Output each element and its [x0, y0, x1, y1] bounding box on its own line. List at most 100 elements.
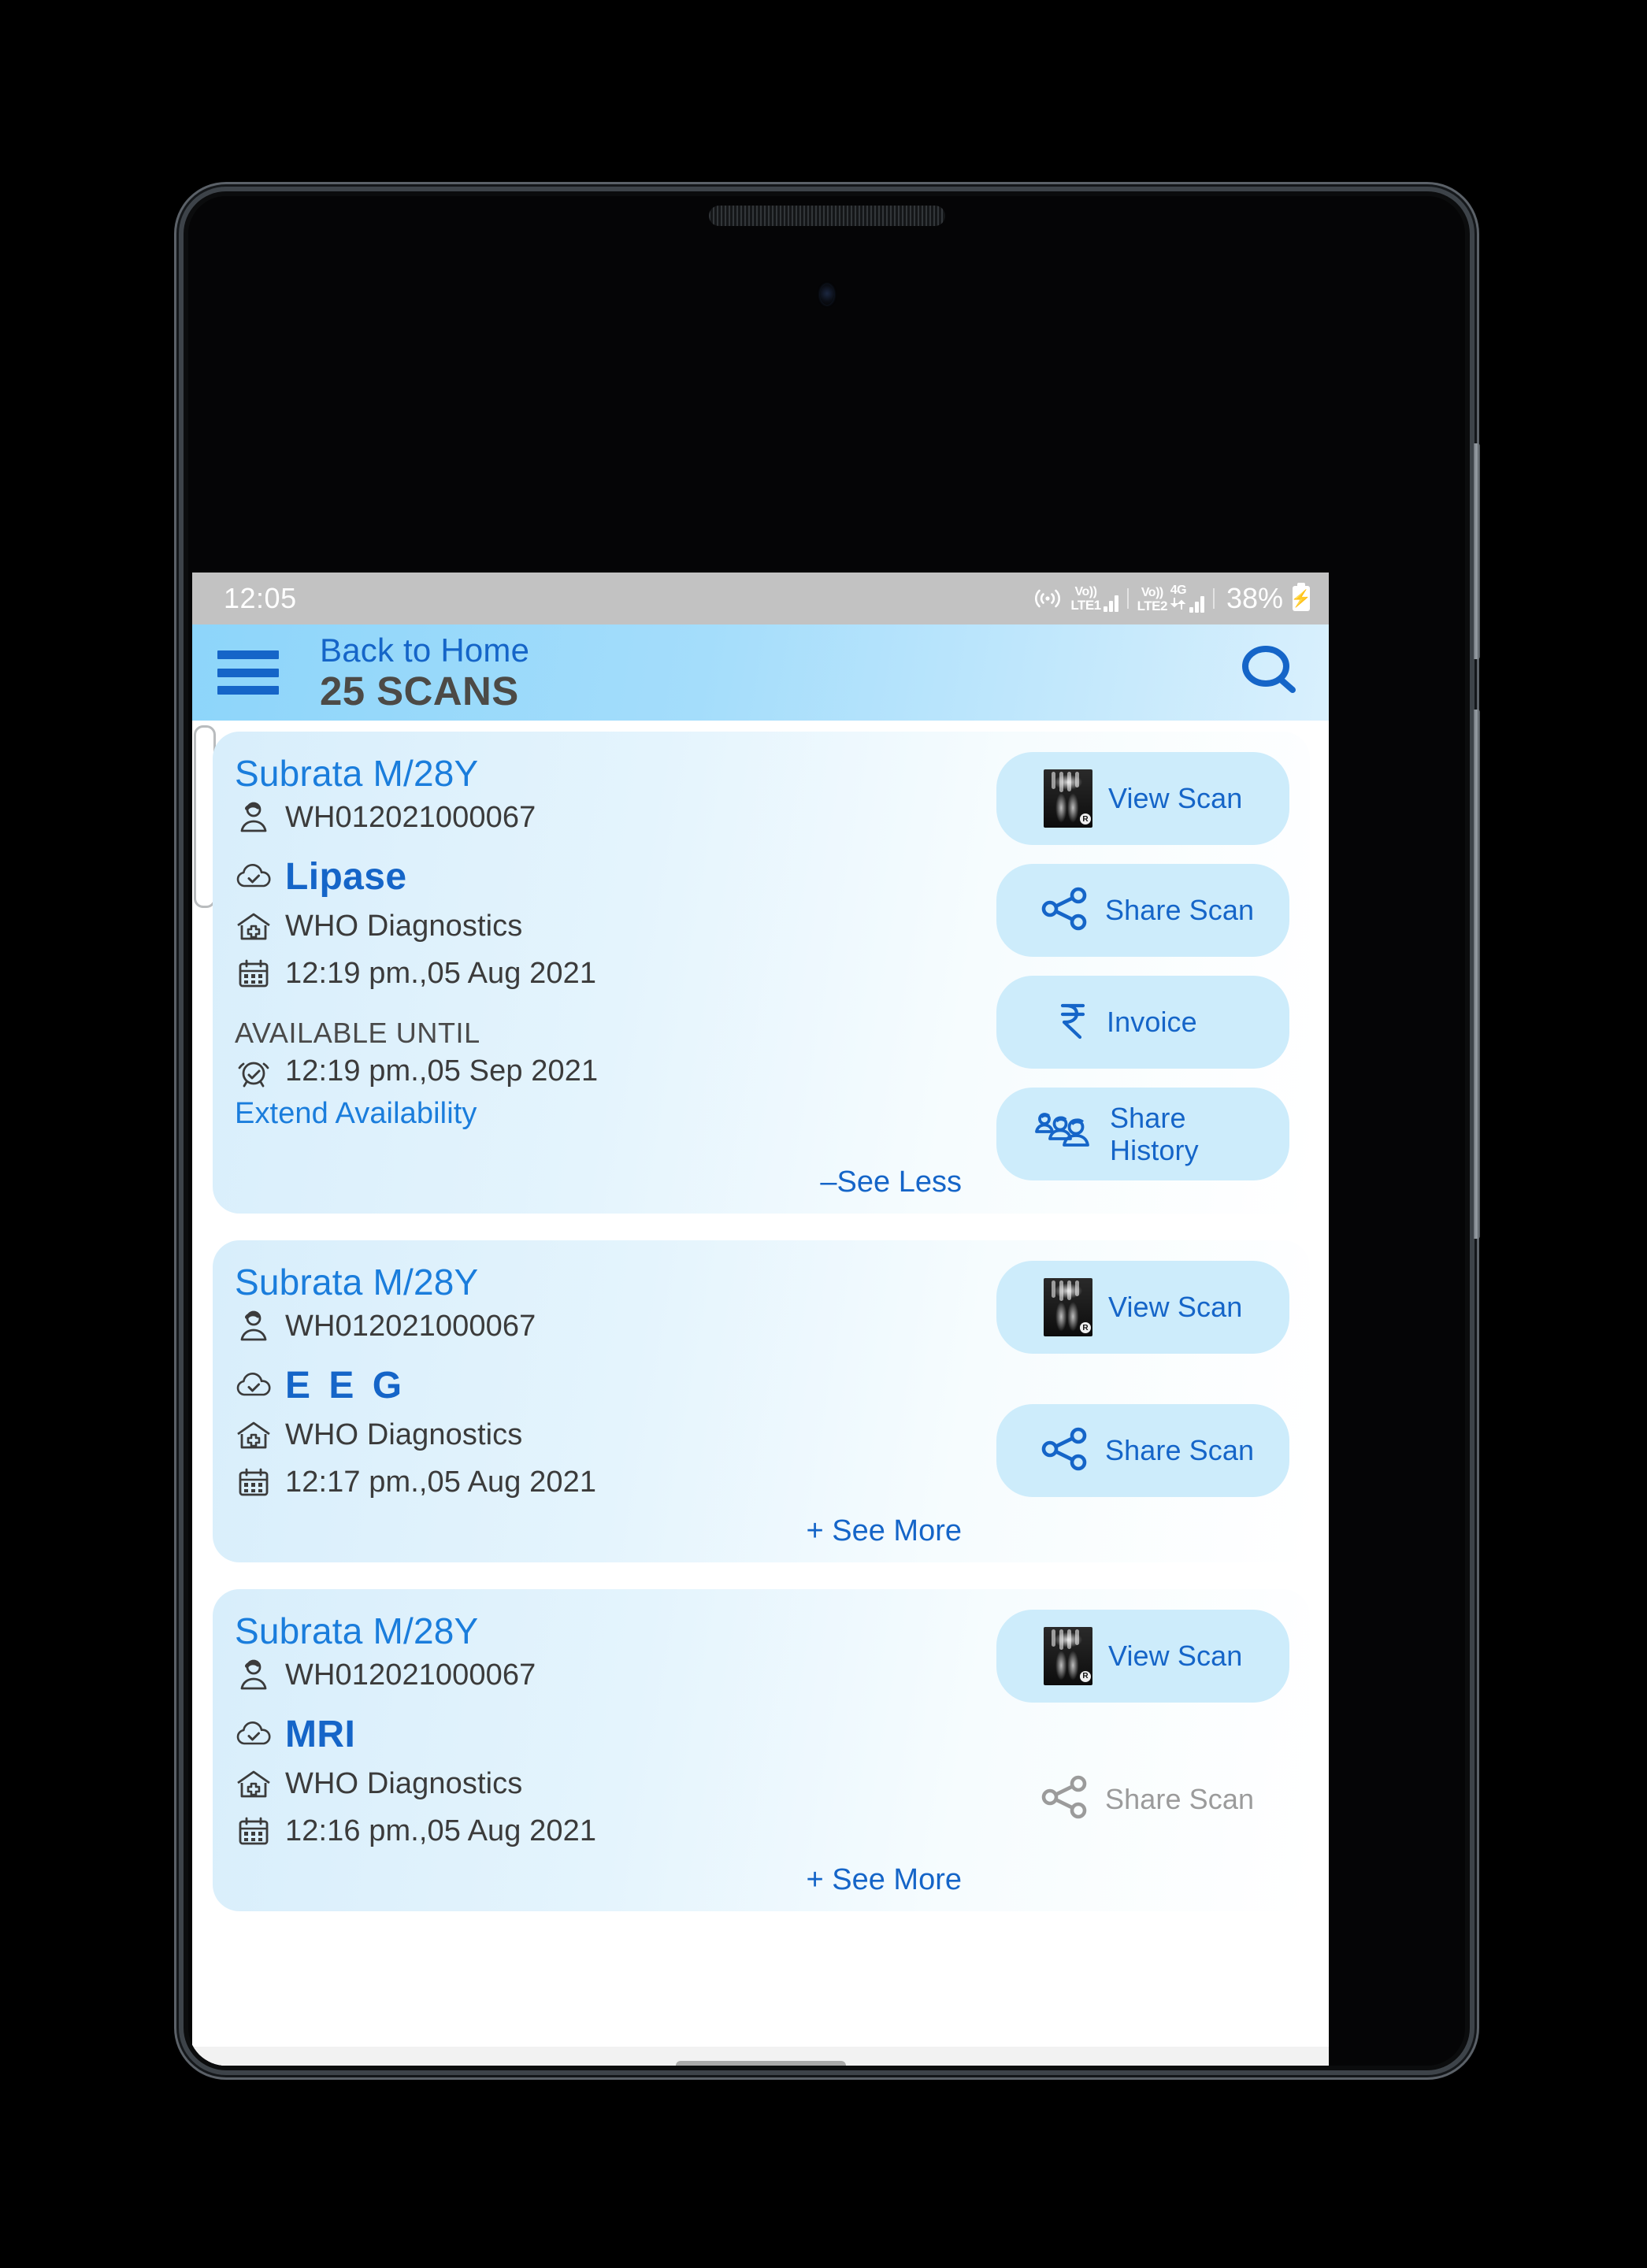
search-icon[interactable]: [1233, 636, 1305, 709]
scan-card[interactable]: Subrata M/28Y W: [213, 732, 1310, 1214]
action-spacer: [996, 1721, 1289, 1753]
scan-name-row: E E G: [235, 1363, 996, 1409]
back-to-home-link[interactable]: Back to Home: [320, 632, 1233, 669]
sim1-volte: Vo)) LTE1: [1070, 584, 1101, 612]
sim1-volte-glyph: Vo)): [1074, 584, 1097, 598]
app-screen: 12:05 Vo)) LTE1 Vo)) LTE2 4G 38% ⚡ Back …: [192, 573, 1329, 2066]
cloud-check-icon: [235, 1716, 273, 1754]
patient-id-row: WH012021000067: [235, 1657, 996, 1695]
card-footer: –See Less: [235, 1153, 996, 1199]
scan-card-details: Subrata M/28Y W: [235, 1261, 996, 1548]
network-type-label: 4G: [1170, 584, 1187, 597]
card-footer: + See More: [235, 1502, 996, 1548]
screenshot-stage: 12:05 Vo)) LTE1 Vo)) LTE2 4G 38% ⚡ Back …: [0, 0, 1647, 2268]
scan-card[interactable]: Subrata M/28Y W: [213, 1240, 1310, 1562]
scan-type: Lipase: [285, 856, 407, 899]
sim1-status: Vo)) LTE1: [1070, 584, 1118, 612]
scan-card-actions: View Scan: [996, 1609, 1289, 1897]
share-scan-label: Share Scan: [1105, 1434, 1255, 1467]
share-scan-label: Share Scan: [1105, 894, 1255, 927]
view-scan-label: View Scan: [1108, 1640, 1243, 1673]
lab-name: WHO Diagnostics: [285, 1418, 523, 1452]
view-scan-button[interactable]: View Scan: [996, 1261, 1289, 1354]
person-icon: [235, 1657, 273, 1695]
status-bar-icons: Vo)) LTE1 Vo)) LTE2 4G 38% ⚡: [1032, 582, 1311, 615]
share-scan-button[interactable]: Share Scan: [996, 864, 1289, 957]
scan-type: MRI: [285, 1714, 356, 1756]
hospital-icon: [235, 1417, 273, 1455]
status-divider: [1126, 588, 1129, 609]
view-scan-button[interactable]: View Scan: [996, 752, 1289, 845]
app-bar: Back to Home 25 SCANS: [192, 624, 1329, 721]
power-button[interactable]: [1474, 710, 1480, 1239]
patient-id: WH012021000067: [285, 801, 536, 835]
lab-name: WHO Diagnostics: [285, 1766, 523, 1800]
front-camera: [819, 284, 834, 305]
scan-date-row: 12:19 pm.,05 Aug 2021: [235, 955, 996, 993]
scan-datetime: 12:17 pm.,05 Aug 2021: [285, 1466, 597, 1499]
hotspot-icon: [1032, 584, 1063, 614]
data-transfer-arrows-icon: [1170, 597, 1187, 613]
available-until-label: AVAILABLE UNTIL: [235, 1016, 480, 1049]
status-divider-2: [1212, 588, 1215, 609]
network-type-indicator: 4G: [1170, 584, 1187, 613]
extend-availability-link[interactable]: Extend Availability: [235, 1097, 996, 1131]
volume-button[interactable]: [1474, 443, 1480, 659]
see-more-toggle[interactable]: + See More: [807, 1863, 997, 1897]
available-until-datetime: 12:19 pm.,05 Sep 2021: [285, 1054, 599, 1088]
share-scan-button[interactable]: Share Scan: [996, 1404, 1289, 1497]
lab-name: WHO Diagnostics: [285, 910, 523, 943]
patient-id-row: WH012021000067: [235, 799, 996, 837]
rupee-icon: [1055, 999, 1091, 1047]
patient-id: WH012021000067: [285, 1658, 536, 1692]
hamburger-line-1: [217, 650, 279, 659]
view-scan-button[interactable]: View Scan: [996, 1609, 1289, 1703]
scan-date-row: 12:16 pm.,05 Aug 2021: [235, 1813, 996, 1851]
scan-card-actions: View Scan: [996, 1261, 1289, 1548]
sim2-volte: Vo)) LTE2: [1137, 586, 1168, 613]
calendar-icon: [235, 1464, 273, 1502]
share-nodes-icon: [1041, 1427, 1089, 1475]
hamburger-line-3: [217, 686, 279, 695]
action-spacer: [996, 1373, 1289, 1404]
cloud-check-icon: [235, 1367, 273, 1405]
xray-thumbnail-icon: [1044, 769, 1092, 828]
share-scan-button-disabled: Share Scan: [996, 1753, 1289, 1846]
patient-name: Subrata M/28Y: [235, 1262, 479, 1303]
battery-percent-label: 38%: [1226, 582, 1283, 614]
app-bar-titles: Back to Home 25 SCANS: [320, 632, 1233, 713]
gesture-handle[interactable]: [675, 2061, 846, 2066]
view-scan-label: View Scan: [1108, 1291, 1243, 1324]
lab-row: WHO Diagnostics: [235, 908, 996, 946]
scans-list: Subrata M/28Y WH012021000067 Lipase WHO …: [192, 721, 1329, 1911]
card-footer: + See More: [235, 1851, 996, 1897]
sim2-label: LTE2: [1137, 598, 1168, 613]
share-history-label: Share History: [1110, 1101, 1199, 1166]
sim2-volte-glyph: Vo)): [1141, 586, 1163, 599]
patient-name: Subrata M/28Y: [235, 1610, 479, 1651]
scan-type: E E G: [285, 1365, 406, 1407]
scans-list-scroll-area[interactable]: Subrata M/28Y WH012021000067 Lipase WHO …: [192, 721, 1329, 2066]
share-nodes-icon: [1041, 887, 1089, 935]
gesture-navigation-bar[interactable]: [192, 2047, 1329, 2066]
scan-name-row: MRI: [235, 1712, 996, 1758]
share-scan-label: Share Scan: [1105, 1783, 1255, 1816]
invoice-button[interactable]: Invoice: [996, 976, 1289, 1069]
scan-card[interactable]: Subrata M/28Y W: [213, 1588, 1310, 1911]
person-icon: [235, 1308, 273, 1346]
group-people-icon: [1034, 1110, 1094, 1158]
person-icon: [235, 799, 273, 837]
share-history-button[interactable]: Share History: [996, 1088, 1289, 1180]
cloud-check-icon: [235, 858, 273, 896]
see-more-toggle[interactable]: + See More: [807, 1514, 997, 1548]
calendar-icon: [235, 955, 273, 993]
battery-charging-icon: ⚡: [1291, 583, 1311, 611]
hospital-icon: [235, 1766, 273, 1803]
scan-card-actions: View Scan Share Scan: [996, 752, 1289, 1199]
hamburger-menu-icon[interactable]: [217, 650, 279, 695]
xray-thumbnail-icon: [1044, 1278, 1092, 1336]
hospital-icon: [235, 908, 273, 946]
invoice-label: Invoice: [1107, 1006, 1197, 1039]
see-less-toggle[interactable]: –See Less: [820, 1166, 996, 1199]
available-until-row: 12:19 pm.,05 Sep 2021: [235, 1053, 996, 1091]
